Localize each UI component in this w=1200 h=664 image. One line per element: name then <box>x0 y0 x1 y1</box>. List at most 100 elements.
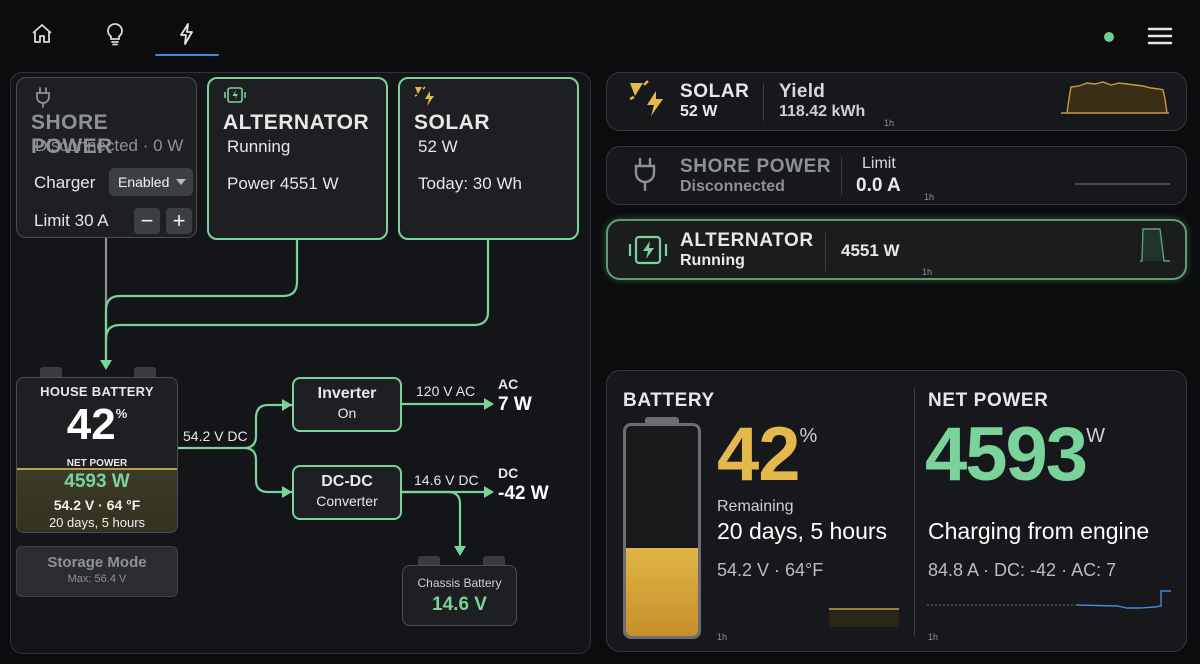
battery-overview-card: BATTERY 42% Remaining 20 days, 5 hours 5… <box>606 370 1187 652</box>
storage-mode-title: Storage Mode <box>47 554 147 571</box>
house-battery-title: HOUSE BATTERY <box>40 384 154 399</box>
alternator-card-divider <box>825 233 826 271</box>
battery-gauge <box>623 423 701 639</box>
house-voltage-temp: 54.2 V · 64 °F <box>53 497 141 513</box>
dcdc-title: DC-DC <box>321 473 373 490</box>
solar-yield-value: 118.42 kWh <box>779 103 866 120</box>
inverter-line-label: 120 V AC <box>416 383 476 399</box>
house-battery-soc: 42% <box>17 400 177 450</box>
house-net-power-value: 4593 W <box>64 471 130 492</box>
shore-sparkline <box>1075 183 1170 185</box>
house-battery-box[interactable]: HOUSE BATTERY 42% NET POWER 4593 W 54.2 … <box>16 377 178 533</box>
battery-sparkline <box>829 608 899 627</box>
house-time-remaining: 20 days, 5 hours <box>48 515 146 530</box>
nav-lights-button[interactable] <box>93 14 137 54</box>
alternator-card-status: Running <box>680 252 745 269</box>
shore-power-status: Disconnected · 0 W <box>35 136 184 155</box>
battery-terminal-right <box>134 367 156 377</box>
inverter-status: On <box>337 405 357 421</box>
battery-title: BATTERY <box>623 390 715 411</box>
chassis-battery-title: Chassis Battery <box>417 576 502 590</box>
solar-today-energy: Today: 30 Wh <box>418 174 522 193</box>
plug-icon <box>634 157 656 191</box>
battery-sparkline-label: 1h <box>717 632 728 642</box>
net-power-unit: W <box>1086 425 1105 447</box>
solar-sun-icon <box>629 80 663 116</box>
menu-button[interactable] <box>1144 22 1176 50</box>
shore-limit-label: Limit <box>862 155 896 172</box>
home-icon <box>32 24 52 43</box>
alternator-title: ALTERNATOR <box>223 111 370 134</box>
shore-power-source-box[interactable]: SHORE POWER Disconnected · 0 W Charger E… <box>16 77 197 238</box>
alternator-card-title: ALTERNATOR <box>680 230 814 251</box>
alternator-source-box[interactable]: ALTERNATOR Running Power 4551 W <box>207 77 388 240</box>
hamburger-menu-icon <box>1147 27 1173 45</box>
storage-mode-max: Max: 56.4 V <box>67 573 127 585</box>
alternator-card-power: 4551 W <box>841 241 900 260</box>
net-power-sparkline <box>927 590 1171 609</box>
dcdc-subtitle: Converter <box>316 493 378 509</box>
top-bar <box>0 0 1200 66</box>
ac-output-label: AC <box>498 376 519 392</box>
inverter-title: Inverter <box>317 385 377 402</box>
battery-terminal-left <box>40 367 62 377</box>
solar-title: SOLAR <box>414 111 490 134</box>
solar-sparkline-label: 1h <box>884 118 895 128</box>
battery-voltage-temp: 54.2 V · 64°F <box>717 560 824 580</box>
lightning-icon <box>180 23 193 45</box>
alternator-status: Running <box>227 137 291 156</box>
solar-card-power: 52 W <box>680 103 718 120</box>
connection-status-dot <box>1104 32 1114 42</box>
solar-sparkline <box>1061 81 1169 114</box>
chassis-battery-box[interactable]: Chassis Battery 14.6 V <box>402 565 517 626</box>
dc-bus-label: 54.2 V DC <box>183 428 248 444</box>
solar-yield-label: Yield <box>779 81 826 102</box>
battery-remaining-value: 20 days, 5 hours <box>717 518 888 544</box>
net-power-title: NET POWER <box>928 390 1049 411</box>
battery-soc-unit: % <box>799 425 818 447</box>
dc-output-label: DC <box>498 465 519 481</box>
chassis-battery-voltage: 14.6 V <box>432 594 487 615</box>
alternator-power: Power 4551 W <box>227 174 339 193</box>
charger-label: Charger <box>34 173 96 192</box>
solar-power: 52 W <box>418 137 458 156</box>
solar-card-title: SOLAR <box>680 81 750 102</box>
dc-output-value: -42 W <box>498 483 549 504</box>
net-power-status: Charging from engine <box>928 518 1150 544</box>
dcdc-converter-box[interactable]: DC-DC Converter <box>292 465 402 520</box>
net-power-details: 84.8 A · DC: -42 · AC: 7 <box>928 560 1117 580</box>
net-power-sparkline-label: 1h <box>928 632 939 642</box>
house-battery-soc-value: 42 <box>66 400 116 449</box>
shore-limit-value: 0.0 A <box>856 175 901 196</box>
nav-power-button[interactable] <box>155 14 219 56</box>
limit-increase-button[interactable]: + <box>166 208 192 234</box>
solar-source-box[interactable]: SOLAR 52 W Today: 30 Wh <box>398 77 579 240</box>
solar-card-divider <box>763 83 764 121</box>
inverter-box[interactable]: Inverter On <box>292 377 402 432</box>
dcdc-line-label: 14.6 V DC <box>414 472 479 488</box>
shore-power-card[interactable]: SHORE POWER Disconnected Limit 0.0 A 1h <box>606 146 1187 205</box>
alternator-sparkline <box>1140 228 1170 262</box>
ac-output-value: 7 W <box>498 394 532 415</box>
alternator-icon <box>628 235 668 265</box>
storage-mode-button[interactable]: Storage Mode Max: 56.4 V <box>16 546 178 597</box>
battery-soc-value: 42 <box>717 412 801 497</box>
house-net-power-label: NET POWER <box>66 458 128 469</box>
alternator-icon <box>224 87 246 103</box>
nav-home-button[interactable] <box>20 14 64 54</box>
shore-card-status: Disconnected <box>680 178 785 195</box>
chevron-down-icon <box>176 179 186 185</box>
current-limit-label: Limit 30 A <box>34 211 109 230</box>
lightbulb-icon <box>107 23 123 46</box>
charger-select-value: Enabled <box>118 174 170 190</box>
charger-select[interactable]: Enabled <box>109 168 193 196</box>
alternator-card[interactable]: ALTERNATOR Running 4551 W 1h <box>606 219 1187 280</box>
solar-card[interactable]: SOLAR 52 W Yield 118.42 kWh 1h <box>606 72 1187 131</box>
battery-card-divider <box>914 387 915 637</box>
limit-decrease-button[interactable]: − <box>134 208 160 234</box>
solar-sun-icon <box>414 86 434 106</box>
shore-card-divider <box>841 157 842 195</box>
alternator-sparkline-label: 1h <box>922 267 933 277</box>
net-power-reading: 4593W <box>925 411 1105 498</box>
battery-remaining-label: Remaining <box>717 498 794 515</box>
